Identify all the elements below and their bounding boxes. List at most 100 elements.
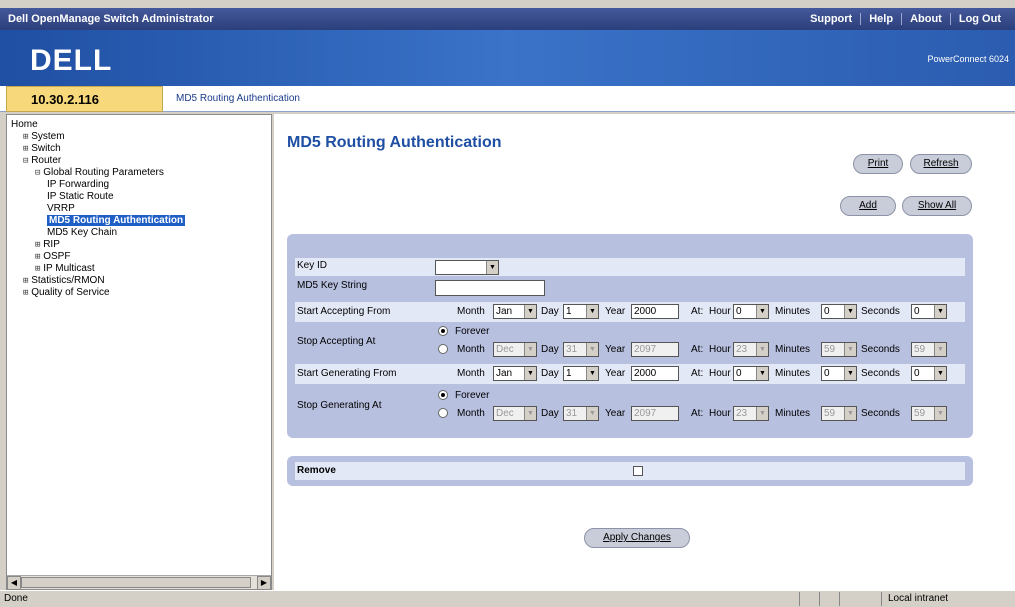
start-generating-minutes-select[interactable]: 0 ▼: [821, 366, 857, 381]
collapse-icon[interactable]: ⊟: [35, 168, 40, 178]
expand-icon[interactable]: ⊞: [35, 252, 40, 262]
chevron-down-icon: ▼: [756, 407, 768, 420]
status-text: Done: [4, 593, 28, 604]
hour-label: Hour: [709, 306, 731, 317]
print-button[interactable]: Print: [853, 154, 903, 174]
at-label: At:: [691, 408, 704, 419]
stop-accepting-hour-select[interactable]: 23 ▼: [733, 342, 769, 357]
expand-icon[interactable]: ⊞: [23, 288, 28, 298]
stop-generating-seconds-select[interactable]: 59 ▼: [911, 406, 947, 421]
tree-item[interactable]: ⊟ Router: [11, 155, 185, 167]
stop-generating-date-radio[interactable]: [438, 408, 448, 418]
start-generating-seconds-select[interactable]: 0 ▼: [911, 366, 947, 381]
tree-item[interactable]: IP Static Route: [11, 191, 185, 203]
remove-checkbox[interactable]: [633, 466, 643, 476]
chevron-down-icon: ▼: [844, 305, 856, 318]
tree-item-label[interactable]: Global Routing Parameters: [43, 167, 164, 178]
stop-generating-forever-radio[interactable]: [438, 390, 448, 400]
tree-item-label[interactable]: VRRP: [47, 203, 75, 214]
tree-item-label[interactable]: RIP: [43, 239, 60, 250]
tree-item[interactable]: ⊞ Statistics/RMON: [11, 275, 185, 287]
tree-item-label[interactable]: Router: [31, 155, 61, 166]
stop-accepting-minutes-select[interactable]: 59 ▼: [821, 342, 857, 357]
forever-label: Forever: [455, 326, 490, 337]
tree-item[interactable]: IP Forwarding: [11, 179, 185, 191]
start-accepting-day-select[interactable]: 1 ▼: [563, 304, 599, 319]
stop-generating-year-input[interactable]: 2097: [631, 406, 679, 421]
tree-item[interactable]: ⊞ IP Multicast: [11, 263, 185, 275]
md5-key-string-input[interactable]: [435, 280, 545, 296]
start-accepting-seconds-select[interactable]: 0 ▼: [911, 304, 947, 319]
tree-item[interactable]: Home: [11, 119, 185, 131]
start-generating-hour-select[interactable]: 0 ▼: [733, 366, 769, 381]
about-link[interactable]: About: [901, 13, 950, 25]
stop-accepting-day-select[interactable]: 31 ▼: [563, 342, 599, 357]
stop-accepting-month-select[interactable]: Dec ▼: [493, 342, 537, 357]
start-generating-label: Start Generating From: [297, 368, 397, 379]
tree-item[interactable]: ⊟ Global Routing Parameters: [11, 167, 185, 179]
expand-icon[interactable]: ⊞: [23, 132, 28, 142]
refresh-button[interactable]: Refresh: [910, 154, 972, 174]
tree-item-label[interactable]: System: [31, 131, 64, 142]
chevron-down-icon: ▼: [524, 305, 536, 318]
logout-link[interactable]: Log Out: [949, 13, 1009, 25]
expand-icon[interactable]: ⊞: [35, 240, 40, 250]
tree-item-label[interactable]: Statistics/RMON: [31, 275, 104, 286]
tree-item[interactable]: MD5 Key Chain: [11, 227, 185, 239]
expand-icon[interactable]: ⊞: [35, 264, 40, 274]
stop-generating-hour-select[interactable]: 23 ▼: [733, 406, 769, 421]
tree-item-label[interactable]: IP Static Route: [47, 191, 114, 202]
show-all-button[interactable]: Show All: [902, 196, 972, 216]
collapse-icon[interactable]: ⊟: [23, 156, 28, 166]
stop-generating-month-select[interactable]: Dec ▼: [493, 406, 537, 421]
tree-item-label[interactable]: MD5 Key Chain: [47, 227, 117, 238]
day-label: Day: [541, 368, 559, 379]
tree-item[interactable]: ⊞ Switch: [11, 143, 185, 155]
status-cell: [799, 592, 817, 606]
month-label: Month: [457, 344, 485, 355]
tree-item[interactable]: ⊞ OSPF: [11, 251, 185, 263]
stop-accepting-seconds-select[interactable]: 59 ▼: [911, 342, 947, 357]
start-accepting-hour-select[interactable]: 0 ▼: [733, 304, 769, 319]
seconds-label: Seconds: [861, 306, 900, 317]
stop-accepting-forever-radio[interactable]: [438, 326, 448, 336]
tree-item-label[interactable]: Switch: [31, 143, 60, 154]
tree-item[interactable]: ⊞ Quality of Service: [11, 287, 185, 299]
start-accepting-month-select[interactable]: Jan ▼: [493, 304, 537, 319]
add-button[interactable]: Add: [840, 196, 896, 216]
tree-item-label[interactable]: Home: [11, 119, 38, 130]
scroll-left-arrow-icon[interactable]: ◀: [7, 576, 21, 590]
start-accepting-year-input[interactable]: 2000: [631, 304, 679, 319]
tree-item-label[interactable]: Quality of Service: [31, 287, 109, 298]
stop-generating-minutes-select[interactable]: 59 ▼: [821, 406, 857, 421]
scroll-right-arrow-icon[interactable]: ▶: [257, 576, 271, 590]
stop-accepting-year-input[interactable]: 2097: [631, 342, 679, 357]
expand-icon[interactable]: ⊞: [23, 276, 28, 286]
start-generating-day-select[interactable]: 1 ▼: [563, 366, 599, 381]
chevron-down-icon: ▼: [586, 343, 598, 356]
model-name: PowerConnect 6024: [927, 54, 1009, 64]
stop-accepting-date-radio[interactable]: [438, 344, 448, 354]
help-link[interactable]: Help: [860, 13, 901, 25]
start-generating-month-select[interactable]: Jan ▼: [493, 366, 537, 381]
start-accepting-minutes-select[interactable]: 0 ▼: [821, 304, 857, 319]
tree-item[interactable]: ⊞ System: [11, 131, 185, 143]
apply-changes-button[interactable]: Apply Changes: [584, 528, 690, 548]
horizontal-scrollbar[interactable]: ◀ ▶: [7, 575, 271, 590]
tree-item[interactable]: ⊞ RIP: [11, 239, 185, 251]
support-link[interactable]: Support: [802, 13, 860, 25]
key-id-select[interactable]: ▼: [435, 260, 499, 275]
tree-item-label[interactable]: MD5 Routing Authentication: [47, 215, 186, 226]
tree-item-label[interactable]: OSPF: [43, 251, 70, 262]
md5-key-string-label: MD5 Key String: [297, 280, 368, 291]
expand-icon[interactable]: ⊞: [23, 144, 28, 154]
tree-item-label[interactable]: IP Forwarding: [47, 179, 109, 190]
tree-item[interactable]: VRRP: [11, 203, 185, 215]
tree-item-label[interactable]: IP Multicast: [43, 263, 95, 274]
chevron-down-icon: ▼: [844, 367, 856, 380]
stop-generating-day-select[interactable]: 31 ▼: [563, 406, 599, 421]
start-generating-year-input[interactable]: 2000: [631, 366, 679, 381]
scrollbar-thumb[interactable]: [21, 577, 251, 588]
month-label: Month: [457, 306, 485, 317]
tree-item[interactable]: MD5 Routing Authentication: [11, 215, 186, 227]
